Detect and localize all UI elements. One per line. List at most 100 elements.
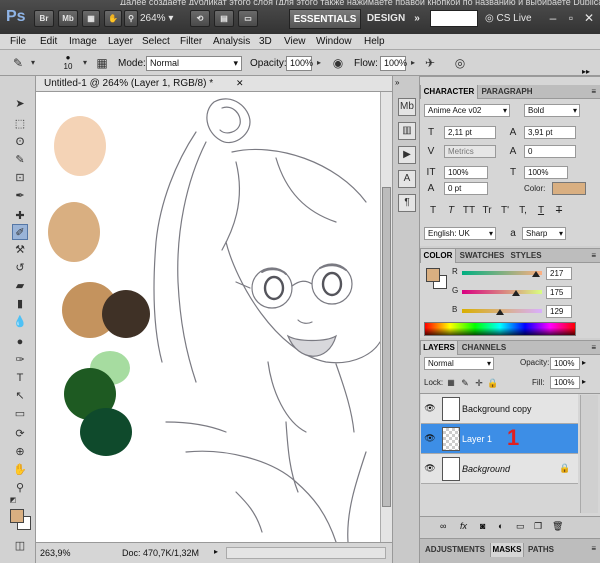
panel-collapse-icon[interactable]: ▸▸ bbox=[582, 67, 590, 76]
horizontal-scale-input[interactable]: 100% bbox=[524, 166, 568, 179]
horizontal-scrollbar[interactable] bbox=[226, 547, 386, 559]
text-panel-icon[interactable]: A bbox=[398, 170, 416, 188]
shape-tool-icon[interactable]: ▭ bbox=[12, 406, 28, 422]
panel-menu-icon[interactable]: ≡ bbox=[591, 341, 596, 355]
eye-icon[interactable]: 👁 bbox=[424, 432, 436, 444]
3d-rotate-tool-icon[interactable]: ⟳ bbox=[12, 426, 28, 442]
menu-edit[interactable]: Edit bbox=[40, 36, 57, 48]
menu-image[interactable]: Image bbox=[69, 36, 97, 48]
opacity-slider-icon[interactable]: ▸ bbox=[582, 358, 586, 367]
baseline-shift-input[interactable]: 0 pt bbox=[444, 182, 488, 195]
history-brush-tool-icon[interactable]: ↺ bbox=[12, 260, 28, 276]
eyedropper-tool-icon[interactable]: ✒ bbox=[12, 188, 28, 204]
tab-styles[interactable]: STYLES bbox=[508, 249, 544, 263]
lock-transparency-icon[interactable]: ▦ bbox=[444, 376, 458, 390]
underline-icon[interactable]: T bbox=[534, 204, 548, 218]
vertical-scrollbar[interactable] bbox=[380, 92, 392, 542]
panel-menu-icon[interactable]: ≡ bbox=[591, 544, 596, 553]
small-caps-icon[interactable]: Tr bbox=[480, 204, 494, 218]
menu-3d[interactable]: 3D bbox=[259, 36, 272, 48]
search-input[interactable] bbox=[430, 10, 478, 27]
menu-window[interactable]: Window bbox=[316, 36, 352, 48]
layer-row-background[interactable]: 👁 Background 🔒 bbox=[421, 454, 578, 484]
tab-swatches[interactable]: SWATCHES bbox=[458, 249, 506, 263]
close-document-icon[interactable]: ✕ bbox=[236, 78, 244, 89]
green-slider-thumb[interactable] bbox=[512, 290, 520, 296]
pressure-opacity-icon[interactable]: ◉ bbox=[330, 55, 346, 71]
red-value-input[interactable]: 217 bbox=[546, 267, 572, 280]
paragraph-panel-icon[interactable]: ¶ bbox=[398, 194, 416, 212]
document-tab[interactable]: Untitled-1 @ 264% (Layer 1, RGB/8) * ✕ bbox=[36, 76, 392, 92]
history-panel-icon[interactable]: ▥ bbox=[398, 122, 416, 140]
language-select[interactable]: English: UK ▾ bbox=[424, 227, 496, 240]
lock-all-icon[interactable]: 🔒 bbox=[486, 376, 500, 390]
tracking-input[interactable]: 0 bbox=[524, 145, 576, 158]
font-family-select[interactable]: Anime Ace v02 ▾ bbox=[424, 104, 510, 117]
workspace-design-button[interactable]: DESIGN bbox=[365, 9, 407, 29]
kerning-select[interactable]: Metrics bbox=[444, 145, 496, 158]
green-value-input[interactable]: 175 bbox=[546, 286, 572, 299]
status-zoom-field[interactable]: 263,9% bbox=[40, 547, 78, 560]
eraser-tool-icon[interactable]: ▰ bbox=[12, 278, 28, 294]
menu-file[interactable]: File bbox=[10, 36, 26, 48]
color-spectrum-bar[interactable] bbox=[424, 322, 576, 336]
blur-tool-icon[interactable]: 💧 bbox=[12, 314, 28, 330]
pressure-size-icon[interactable]: ◎ bbox=[452, 55, 468, 71]
opacity-slider-icon[interactable]: ▸ bbox=[314, 55, 324, 71]
menu-select[interactable]: Select bbox=[142, 36, 170, 48]
lock-pixels-icon[interactable]: ✎ bbox=[458, 376, 472, 390]
workspace-essentials-button[interactable]: ESSENTIALS bbox=[289, 9, 361, 29]
trash-icon[interactable]: 🗑 bbox=[552, 521, 563, 532]
mini-bridge-panel-icon[interactable]: Mb bbox=[398, 98, 416, 116]
restore-icon[interactable]: ▫ bbox=[563, 9, 579, 27]
3d-camera-tool-icon[interactable]: ⊕ bbox=[12, 444, 28, 460]
mask-icon[interactable]: ◙ bbox=[480, 521, 485, 531]
menu-view[interactable]: View bbox=[284, 36, 306, 48]
hand-tool-button[interactable]: ✋ bbox=[104, 10, 122, 27]
all-caps-icon[interactable]: TT bbox=[462, 204, 476, 218]
pen-tool-icon[interactable]: ✑ bbox=[12, 352, 28, 368]
quick-select-tool-icon[interactable]: ✎ bbox=[12, 152, 28, 168]
marquee-tool-icon[interactable]: ⬚ bbox=[12, 116, 28, 132]
tab-character[interactable]: CHARACTER bbox=[420, 85, 478, 99]
mode-select[interactable]: Normal ▾ bbox=[146, 56, 242, 71]
bridge-button[interactable]: Br bbox=[34, 10, 54, 27]
vertical-scale-input[interactable]: 100% bbox=[444, 166, 488, 179]
red-slider-thumb[interactable] bbox=[532, 271, 540, 277]
faux-italic-icon[interactable]: T bbox=[444, 204, 458, 218]
flow-input[interactable]: 100% bbox=[380, 56, 407, 71]
tab-paths[interactable]: PATHS bbox=[526, 543, 556, 557]
zoom-tool-icon[interactable]: ⚲ bbox=[12, 480, 28, 496]
adjustment-icon[interactable]: ◐ bbox=[498, 521, 503, 531]
text-color-swatch[interactable] bbox=[552, 182, 586, 195]
eye-icon[interactable]: 👁 bbox=[424, 402, 436, 414]
blue-slider-thumb[interactable] bbox=[496, 309, 504, 315]
hand-tool-icon[interactable]: ✋ bbox=[12, 462, 28, 478]
font-size-input[interactable]: 2,11 pt bbox=[444, 126, 496, 139]
panel-menu-icon[interactable]: ≡ bbox=[591, 249, 596, 263]
cs-live-button[interactable]: ◎ CS Live bbox=[485, 9, 543, 29]
type-tool-icon[interactable]: T bbox=[12, 370, 28, 386]
antialias-select[interactable]: Sharp ▾ bbox=[522, 227, 566, 240]
tab-channels[interactable]: CHANNELS bbox=[460, 341, 508, 355]
crop-tool-icon[interactable]: ⊡ bbox=[12, 170, 28, 186]
tab-adjustments[interactable]: ADJUSTMENTS bbox=[422, 543, 488, 557]
preset-dropdown-icon[interactable]: ▾ bbox=[28, 55, 38, 71]
view-extras-button[interactable]: ▦ bbox=[82, 10, 100, 27]
healing-tool-icon[interactable]: ✚ bbox=[12, 208, 28, 224]
tab-layers[interactable]: LAYERS bbox=[420, 341, 458, 355]
layer-row-background-copy[interactable]: 👁 Background copy bbox=[421, 394, 578, 424]
lock-position-icon[interactable]: ✛ bbox=[472, 376, 486, 390]
collapse-dock-icon[interactable]: » bbox=[395, 78, 399, 87]
scroll-thumb[interactable] bbox=[382, 187, 391, 507]
fill-slider-icon[interactable]: ▸ bbox=[582, 377, 586, 386]
more-workspaces-button[interactable]: » bbox=[408, 9, 426, 29]
layers-scrollbar[interactable] bbox=[580, 395, 598, 513]
green-slider[interactable] bbox=[462, 290, 542, 294]
brush-panel-icon[interactable]: ▦ bbox=[94, 55, 110, 71]
opacity-input[interactable]: 100% bbox=[286, 56, 313, 71]
gradient-tool-icon[interactable]: ▮ bbox=[12, 296, 28, 312]
close-icon[interactable]: ✕ bbox=[581, 9, 597, 27]
foreground-color-swatch-top[interactable] bbox=[10, 509, 24, 523]
leading-input[interactable]: 3,91 pt bbox=[524, 126, 576, 139]
